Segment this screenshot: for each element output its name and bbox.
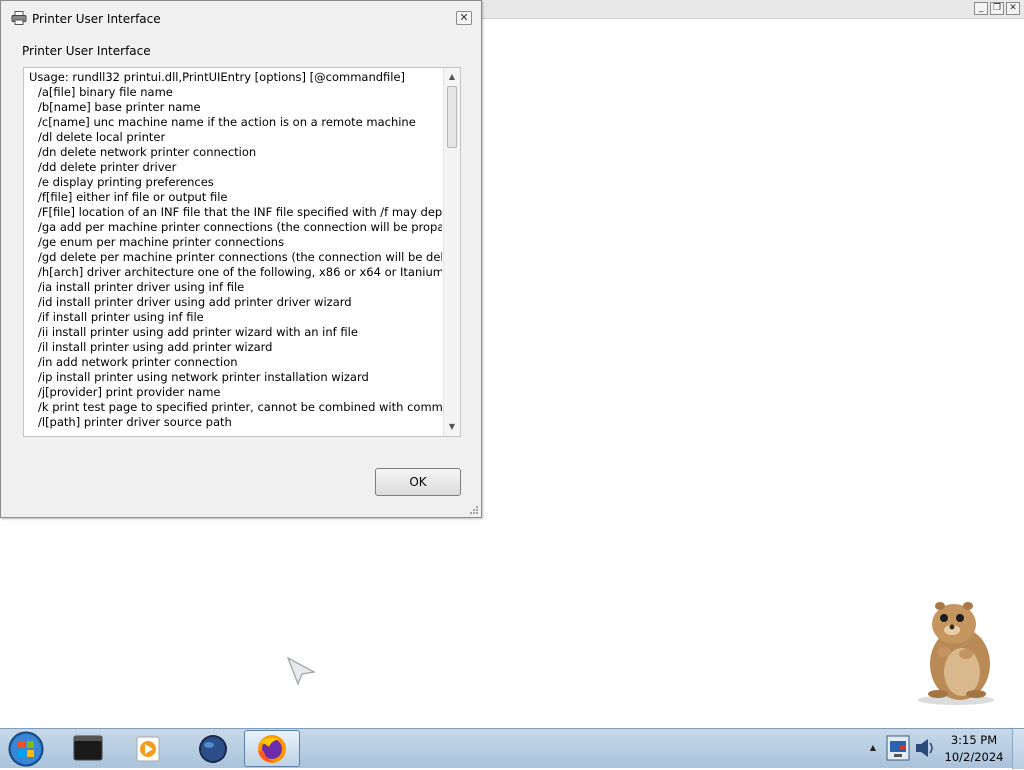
taskbar-item-globe[interactable] [184,730,240,767]
taskbar-item-media-player[interactable] [120,730,176,767]
usage-text-line: /F[file] location of an INF file that th… [38,205,442,219]
usage-text-line: /h[arch] driver architecture one of the … [38,265,442,279]
usage-text-line: /gd delete per machine printer connectio… [38,250,442,264]
ok-button[interactable]: OK [375,468,461,496]
usage-text-line: /dn delete network printer connection [38,145,257,159]
usage-text-line: /l[path] printer driver source path [38,415,232,429]
usage-text-line: /ip install printer using network printe… [38,370,369,384]
restore-icon[interactable]: ❐ [990,2,1004,15]
clock-time: 3:15 PM [950,733,998,747]
scrollbar-thumb[interactable] [447,86,457,148]
media-player-icon [136,736,160,762]
usage-text-line: /in add network printer connection [38,355,238,369]
taskbar-clock[interactable]: 3:15 PM 10/2/2024 [940,732,1008,766]
usage-text-lines: Usage: rundll32 printui.dll,PrintUIEntry… [29,70,442,430]
printer-icon [11,11,27,25]
vertical-scrollbar[interactable]: ▲ ▼ [443,68,460,436]
resize-grip-icon[interactable] [467,503,479,515]
dialog-titlebar[interactable]: Printer User Interface ✕ [1,1,481,37]
usage-text-line: /ia install printer driver using inf fil… [38,280,245,294]
close-icon[interactable]: ✕ [456,11,472,25]
usage-text-line: /ge enum per machine printer connections [38,235,285,249]
tray-expand-icon[interactable]: ▲ [866,741,880,755]
firefox-icon [258,735,286,763]
taskbar-item-terminal[interactable] [60,730,116,767]
globe-icon [199,735,227,763]
usage-text-line: /k print test page to specified printer,… [38,400,442,414]
printer-ui-dialog: Printer User Interface ✕ Printer User In… [0,0,482,518]
usage-text-line: /b[name] base printer name [38,100,201,114]
gopher-mascot-icon [918,602,994,705]
minimize-icon[interactable]: _ [974,2,988,15]
usage-text-area[interactable]: Usage: rundll32 printui.dll,PrintUIEntry… [23,67,461,437]
usage-text-line: Usage: rundll32 printui.dll,PrintUIEntry… [29,70,406,84]
usage-text-line: /il install printer using add printer wi… [38,340,273,354]
usage-text-line: /dl delete local printer [38,130,166,144]
taskbar-item-firefox[interactable] [244,730,300,767]
volume-icon[interactable] [912,735,936,761]
scroll-up-icon[interactable]: ▲ [444,69,460,85]
close-icon[interactable]: ✕ [1006,2,1020,15]
usage-text-line: /ga add per machine printer connections … [38,220,442,234]
usage-text-line: /dd delete printer driver [38,160,177,174]
usage-text-line: /j[provider] print provider name [38,385,221,399]
dialog-caption: Printer User Interface [22,44,151,58]
network-icon[interactable] [886,735,910,761]
background-window-controls: _ ❐ ✕ [974,2,1020,15]
dialog-title: Printer User Interface [32,12,161,26]
usage-text-line: /c[name] unc machine name if the action … [38,115,416,129]
terminal-icon [73,735,103,761]
usage-text-line: /a[file] binary file name [38,85,173,99]
background-window-titlebar: _ ❐ ✕ [482,0,1024,19]
usage-text-line: /ii install printer using add printer wi… [38,325,358,339]
clock-date: 10/2/2024 [944,750,1004,764]
taskbar: ▲ 3:15 PM 10/2/2024 [0,728,1024,769]
windows-start-icon[interactable] [6,731,46,767]
show-desktop-button[interactable] [1012,729,1024,769]
usage-text-line: /f[file] either inf file or output file [38,190,228,204]
usage-text-line: /e display printing preferences [38,175,214,189]
scroll-down-icon[interactable]: ▼ [444,419,460,435]
usage-text-line: /if install printer using inf file [38,310,204,324]
usage-text-line: /id install printer driver using add pri… [38,295,352,309]
mouse-cursor-icon [286,656,316,686]
